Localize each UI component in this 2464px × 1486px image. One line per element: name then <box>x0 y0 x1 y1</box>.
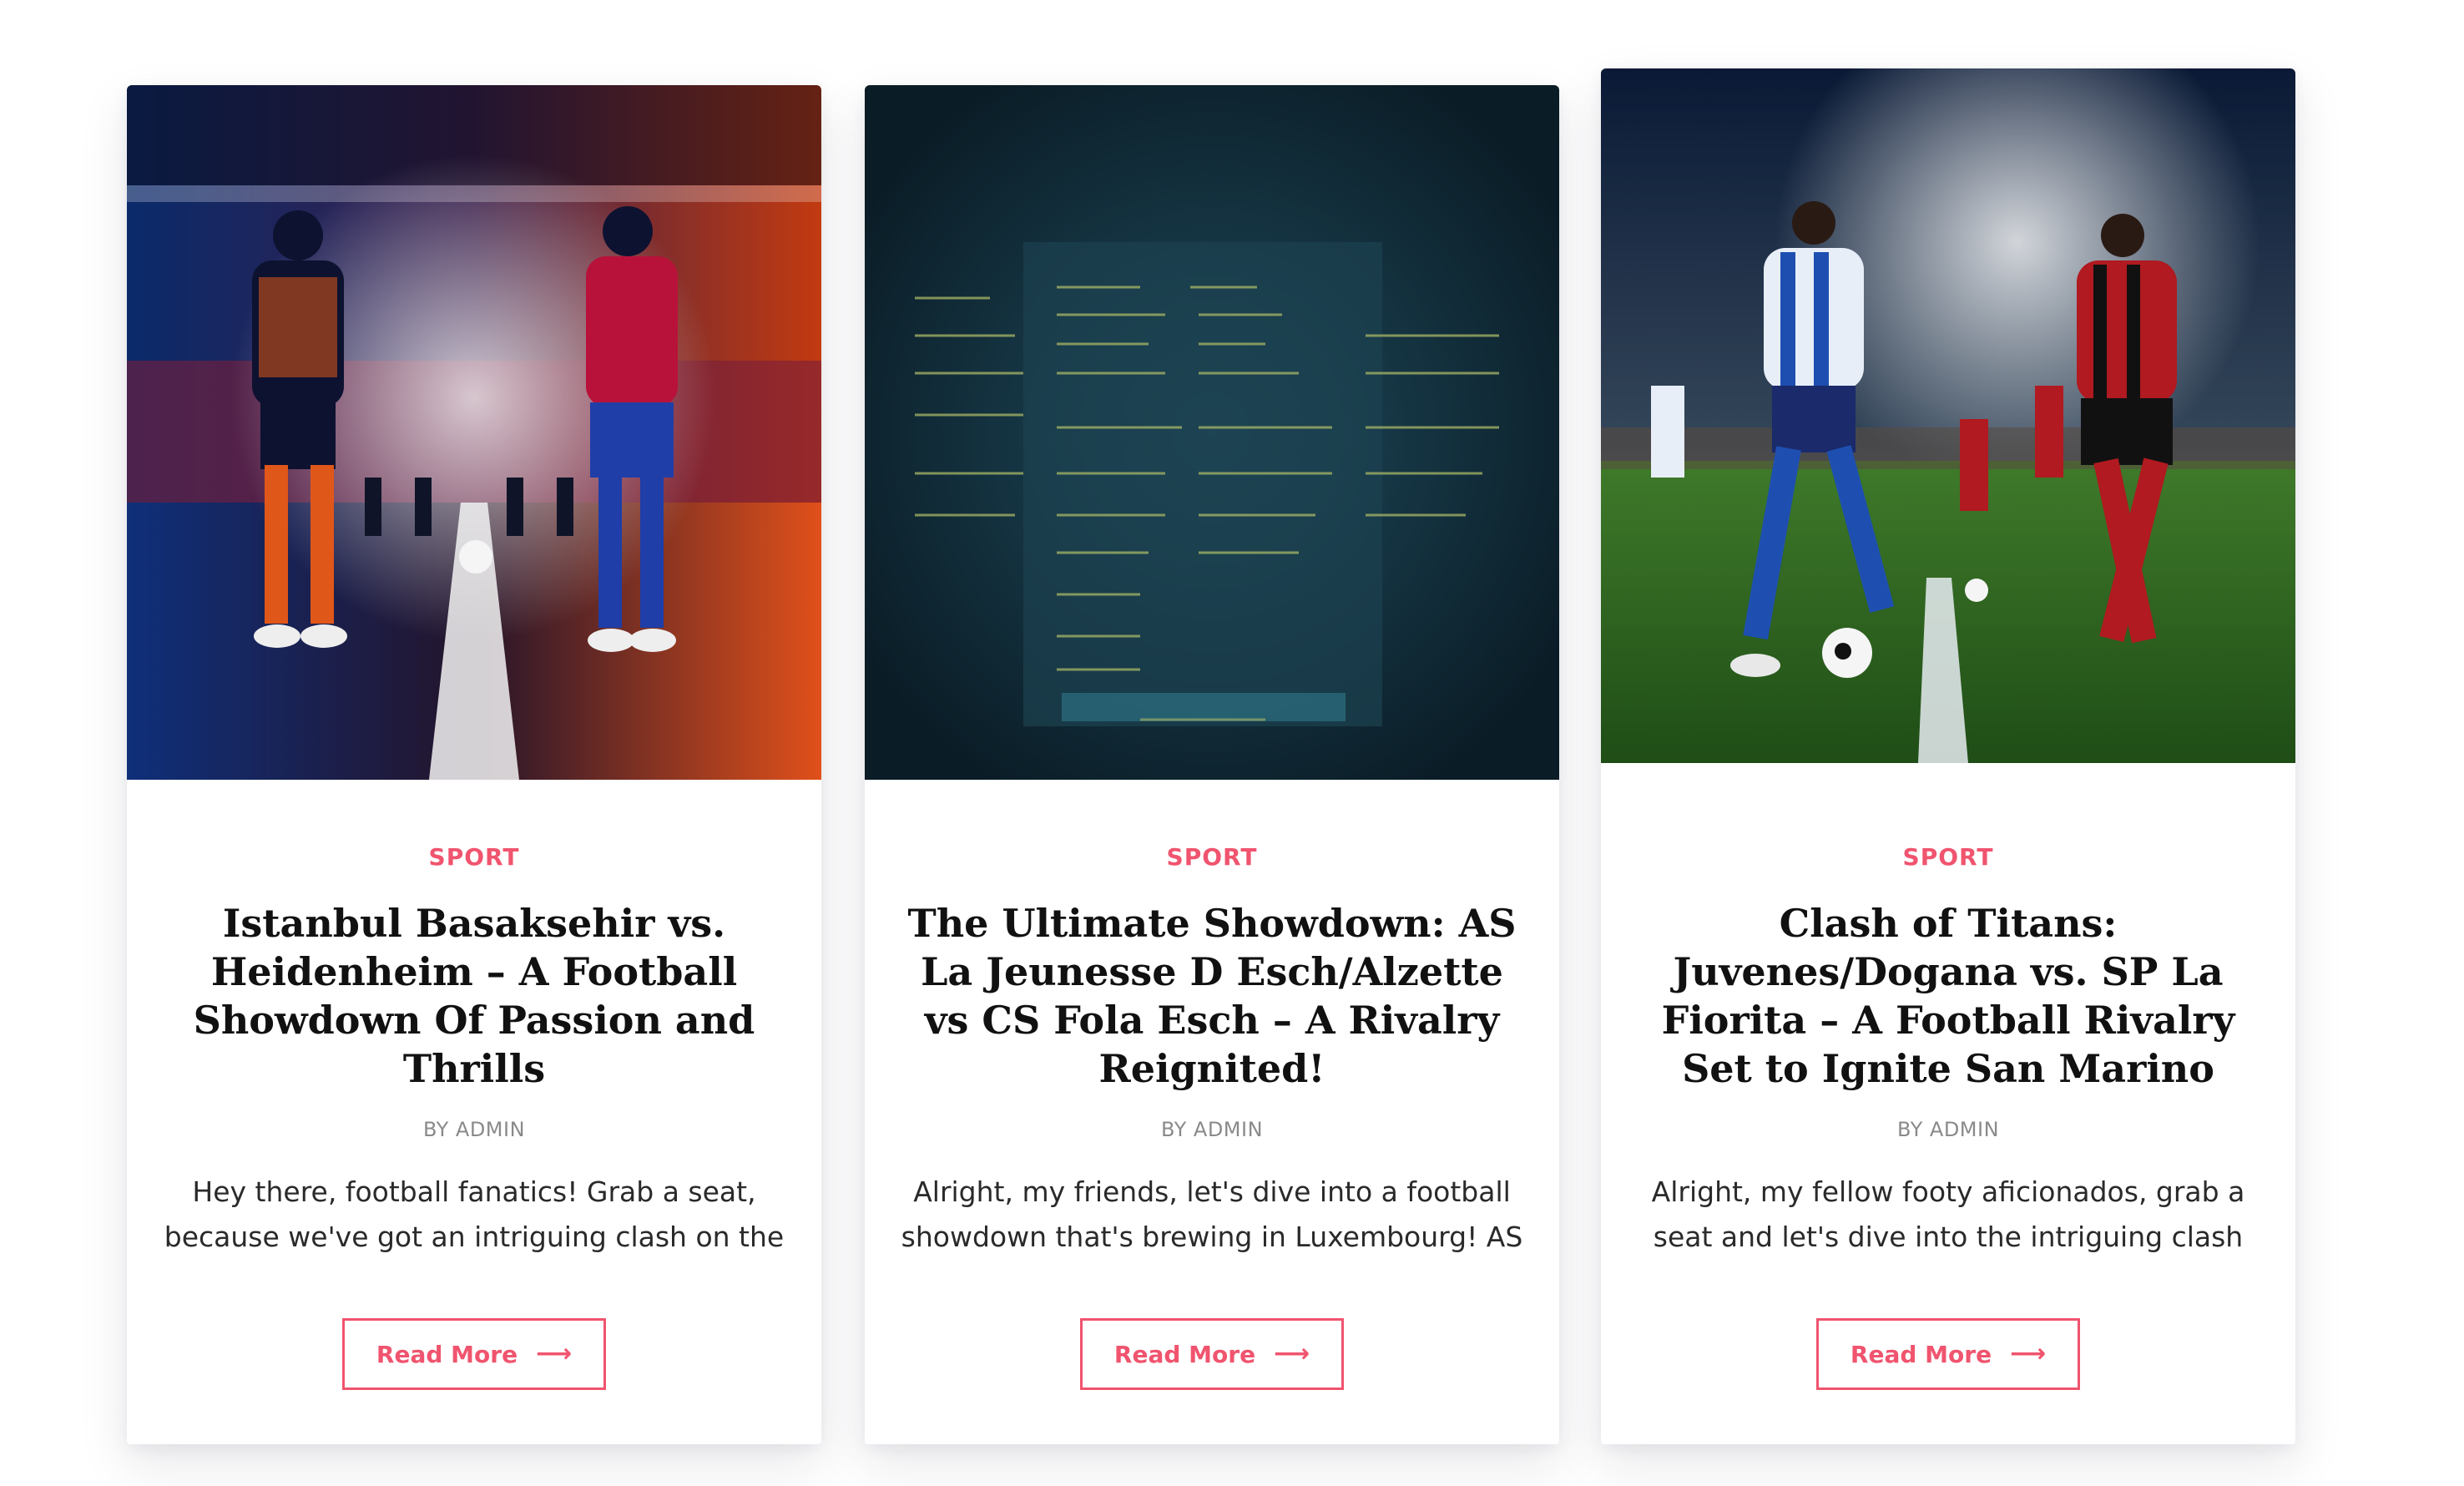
post-title[interactable]: Istanbul Basaksehir vs. Heidenheim – A F… <box>155 899 793 1093</box>
post-thumbnail-image[interactable] <box>127 85 821 780</box>
arrow-right-icon: ⟶ <box>536 1339 573 1368</box>
arrow-right-icon: ⟶ <box>2010 1339 2047 1368</box>
post-content: Sport Clash of Titans: Juvenes/Dogana vs… <box>1601 780 2295 1390</box>
read-more-button[interactable]: Read More ⟶ <box>342 1318 606 1390</box>
post-category[interactable]: Sport <box>865 843 1559 871</box>
post-thumbnail-image[interactable] <box>1601 68 2295 763</box>
post-content: Sport The Ultimate Showdown: AS La Jeune… <box>865 780 1559 1390</box>
read-more-label: Read More <box>376 1340 518 1368</box>
blog-post-grid: Sport Istanbul Basaksehir vs. Heidenheim… <box>127 0 2330 1486</box>
post-author[interactable]: BY ADMIN <box>127 1118 821 1141</box>
post-title[interactable]: Clash of Titans: Juvenes/Dogana vs. SP L… <box>1629 899 2267 1093</box>
post-title[interactable]: The Ultimate Showdown: AS La Jeunesse D … <box>893 899 1531 1093</box>
post-card: Sport Istanbul Basaksehir vs. Heidenheim… <box>127 85 821 1444</box>
read-more-button[interactable]: Read More ⟶ <box>1080 1318 1344 1390</box>
post-excerpt: Hey there, football fanatics! Grab a sea… <box>164 1175 785 1253</box>
post-author[interactable]: BY ADMIN <box>865 1118 1559 1141</box>
post-excerpt: Alright, my fellow footy aficionados, gr… <box>1651 1175 2245 1253</box>
read-more-button[interactable]: Read More ⟶ <box>1816 1318 2080 1390</box>
post-thumbnail-image[interactable] <box>865 85 1559 780</box>
post-content: Sport Istanbul Basaksehir vs. Heidenheim… <box>127 780 821 1390</box>
post-author[interactable]: BY ADMIN <box>1601 1118 2295 1141</box>
post-category[interactable]: Sport <box>1601 843 2295 871</box>
post-excerpt: Alright, my friends, let's dive into a f… <box>901 1175 1523 1253</box>
post-category[interactable]: Sport <box>127 843 821 871</box>
post-card: Sport The Ultimate Showdown: AS La Jeune… <box>865 85 1559 1444</box>
post-card: Sport Clash of Titans: Juvenes/Dogana vs… <box>1601 68 2295 1444</box>
read-more-label: Read More <box>1113 1340 1256 1368</box>
arrow-right-icon: ⟶ <box>1274 1339 1310 1368</box>
read-more-label: Read More <box>1850 1340 1992 1368</box>
